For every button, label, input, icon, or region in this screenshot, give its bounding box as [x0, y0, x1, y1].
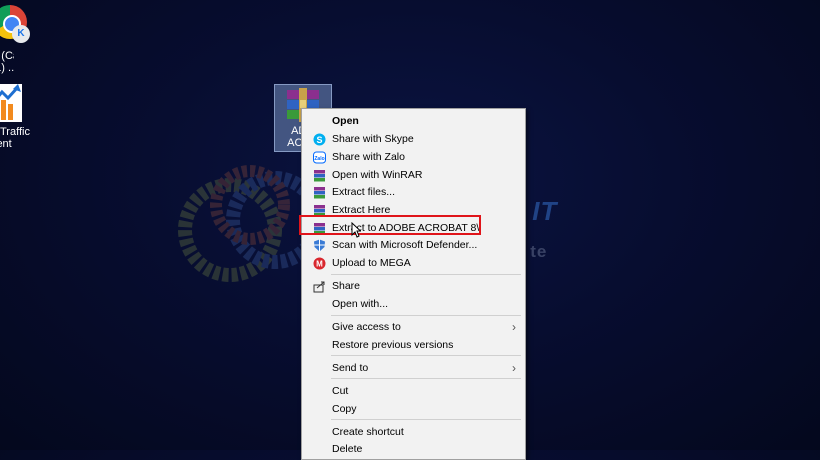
menu-separator: [331, 315, 521, 316]
svg-text:Zalo: Zalo: [314, 156, 324, 162]
menu-item-label: Send to: [332, 362, 369, 374]
context-menu: Open S Share with Skype Zalo Share with …: [301, 108, 526, 460]
profile-badge: K: [12, 25, 30, 43]
chrome-profile-shortcut[interactable]: K nh (Cá n 1) ...: [0, 5, 34, 74]
menu-item-upload-mega[interactable]: M Upload to MEGA: [303, 254, 524, 272]
menu-item-label: Cut: [332, 385, 349, 397]
chrome-shortcut-label: nh (Cá n 1) ...: [0, 50, 14, 74]
menu-item-give-access[interactable]: Give access to ›: [303, 318, 524, 336]
menu-item-open-winrar[interactable]: Open with WinRAR: [303, 166, 524, 184]
menu-item-label: Extract files...: [332, 186, 396, 198]
menu-item-label: Open with...: [332, 298, 389, 310]
menu-item-label: Delete: [332, 443, 363, 455]
zalo-icon: Zalo: [313, 151, 326, 164]
traffic-client-shortcut[interactable]: Traffic ient: [0, 84, 34, 150]
menu-item-open[interactable]: Open: [303, 112, 524, 130]
svg-text:M: M: [316, 260, 323, 269]
menu-item-open-with[interactable]: Open with...: [303, 295, 524, 313]
mega-icon: M: [313, 257, 326, 270]
menu-separator: [331, 274, 521, 275]
menu-item-label: Scan with Microsoft Defender...: [332, 239, 478, 251]
menu-item-label: Open with WinRAR: [332, 169, 423, 181]
menu-separator: [331, 355, 521, 356]
menu-item-share-zalo[interactable]: Zalo Share with Zalo: [303, 148, 524, 166]
chrome-label-line-1: nh (Cá: [0, 50, 14, 62]
winrar-icon: [314, 170, 325, 182]
skype-icon: S: [313, 133, 326, 146]
highlight-box: [299, 215, 481, 235]
menu-item-label: Share with Skype: [332, 133, 414, 145]
mouse-cursor-icon: [351, 222, 361, 238]
menu-item-label: Give access to: [332, 321, 401, 333]
menu-item-scan-defender[interactable]: Scan with Microsoft Defender...: [303, 236, 524, 254]
menu-item-extract-files[interactable]: Extract files...: [303, 183, 524, 201]
menu-item-label: Copy: [332, 403, 357, 415]
defender-shield-icon: [314, 239, 325, 252]
menu-item-delete[interactable]: Delete: [303, 440, 524, 458]
menu-item-label: Open: [332, 115, 359, 127]
share-icon: [313, 281, 325, 293]
svg-text:S: S: [316, 135, 322, 145]
chrome-label-line-2: n 1) ...: [0, 62, 14, 74]
menu-item-label: Restore previous versions: [332, 339, 454, 351]
menu-separator: [331, 378, 521, 379]
chart-arrow-icon: [0, 84, 22, 122]
menu-item-cut[interactable]: Cut: [303, 382, 524, 400]
menu-item-restore-versions[interactable]: Restore previous versions: [303, 336, 524, 354]
menu-item-share[interactable]: Share: [303, 277, 524, 295]
menu-item-copy[interactable]: Copy: [303, 400, 524, 418]
traffic-label-line-1: Traffic: [0, 126, 30, 138]
winrar-icon: [314, 187, 325, 199]
menu-item-share-skype[interactable]: S Share with Skype: [303, 130, 524, 148]
chevron-right-icon: ›: [512, 320, 516, 334]
menu-item-label: Share: [332, 280, 361, 292]
chevron-right-icon: ›: [512, 361, 516, 375]
traffic-shortcut-label: Traffic ient: [0, 126, 30, 150]
menu-item-send-to[interactable]: Send to ›: [303, 359, 524, 377]
menu-item-label: Upload to MEGA: [332, 257, 411, 269]
menu-separator: [331, 419, 521, 420]
traffic-label-line-2: ient: [0, 138, 12, 150]
menu-item-label: Create shortcut: [332, 426, 404, 438]
menu-item-label: Share with Zalo: [332, 151, 405, 163]
menu-item-create-shortcut[interactable]: Create shortcut: [303, 423, 524, 441]
